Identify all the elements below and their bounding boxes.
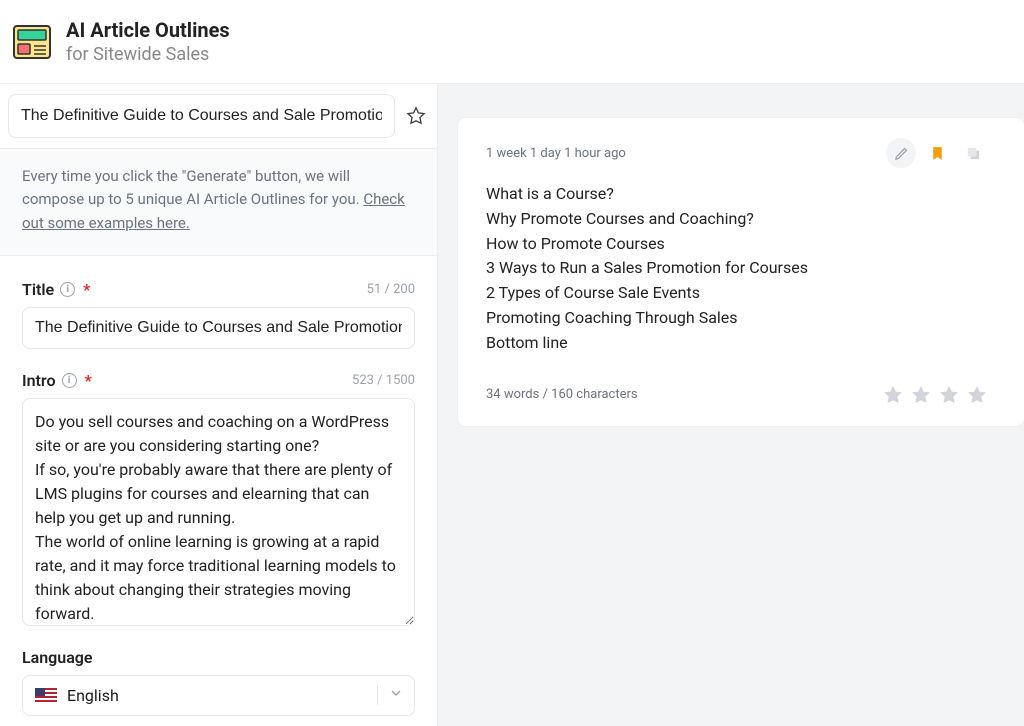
outline-list: What is a Course?Why Promote Courses and… xyxy=(486,182,988,356)
intro-label: Intro i * xyxy=(22,371,92,390)
us-flag-icon xyxy=(35,688,57,703)
star-icon[interactable] xyxy=(910,384,932,406)
star-icon[interactable] xyxy=(966,384,988,406)
right-panel: 1 week 1 day 1 hour ago What is a Course… xyxy=(438,84,1024,726)
app-title: AI Article Outlines xyxy=(66,18,230,42)
edit-button[interactable] xyxy=(886,138,916,168)
bookmark-icon xyxy=(929,145,946,162)
app-logo-icon xyxy=(12,22,52,62)
info-icon: i xyxy=(62,373,77,388)
title-counter: 51 / 200 xyxy=(367,282,415,297)
title-input[interactable] xyxy=(22,307,415,349)
title-label: Title i * xyxy=(22,280,90,299)
info-box: Every time you click the "Generate" butt… xyxy=(0,148,437,256)
left-panel: Every time you click the "Generate" butt… xyxy=(0,84,438,726)
app-header: AI Article Outlines for Sitewide Sales xyxy=(0,0,1024,84)
star-icon[interactable] xyxy=(938,384,960,406)
app-subtitle: for Sitewide Sales xyxy=(66,44,230,65)
result-timestamp: 1 week 1 day 1 hour ago xyxy=(486,146,626,161)
result-stats: 34 words / 160 characters xyxy=(486,387,638,402)
intro-counter: 523 / 1500 xyxy=(352,373,415,388)
outline-line: Promoting Coaching Through Sales xyxy=(486,306,988,331)
required-mark: * xyxy=(85,371,92,390)
bookmark-button[interactable] xyxy=(922,138,952,168)
outline-line: How to Promote Courses xyxy=(486,232,988,257)
result-card: 1 week 1 day 1 hour ago What is a Course… xyxy=(458,118,1024,426)
outline-line: 2 Types of Course Sale Events xyxy=(486,281,988,306)
rating-stars[interactable] xyxy=(882,384,988,406)
language-label: Language xyxy=(22,648,415,667)
outline-line: Bottom line xyxy=(486,331,988,356)
copy-icon xyxy=(965,145,982,162)
doc-name-input[interactable] xyxy=(8,94,395,138)
outline-line: Why Promote Courses and Coaching? xyxy=(486,207,988,232)
star-icon xyxy=(406,106,426,126)
chevron-down-icon xyxy=(377,685,404,705)
outline-line: What is a Course? xyxy=(486,182,988,207)
intro-textarea[interactable] xyxy=(22,398,415,626)
favorite-star-button[interactable] xyxy=(403,103,429,129)
star-icon[interactable] xyxy=(882,384,904,406)
info-text: Every time you click the "Generate" butt… xyxy=(22,167,363,208)
info-icon: i xyxy=(60,282,75,297)
copy-button[interactable] xyxy=(958,138,988,168)
pencil-icon xyxy=(894,146,909,161)
language-select[interactable]: English xyxy=(22,675,415,716)
outline-line: 3 Ways to Run a Sales Promotion for Cour… xyxy=(486,256,988,281)
required-mark: * xyxy=(83,280,90,299)
